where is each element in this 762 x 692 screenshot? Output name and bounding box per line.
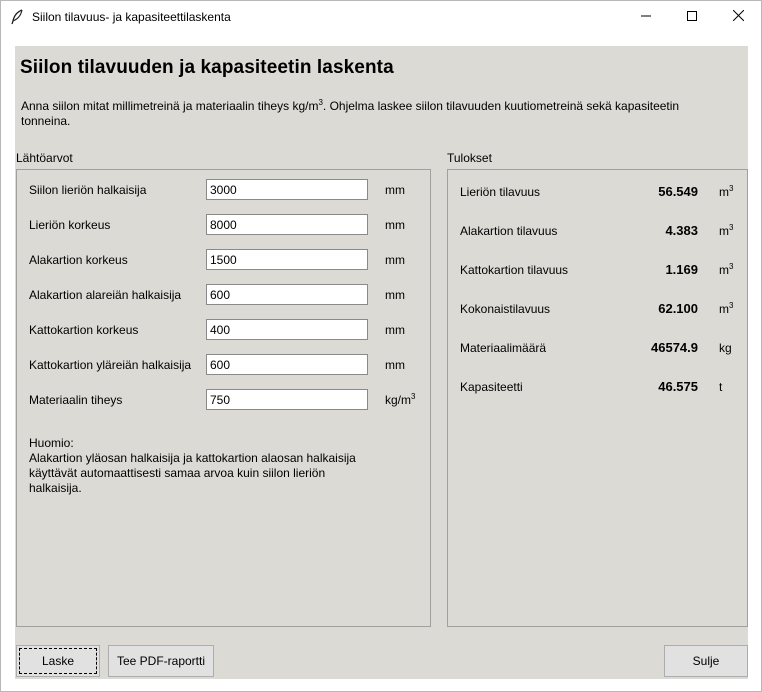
unit-text: m [719,224,729,238]
unit-text: kg/m [385,393,412,407]
material-density-input[interactable] [206,389,368,410]
inputs-group-label: Lähtöarvot [16,151,73,165]
bottom-cone-height-input[interactable] [206,249,368,270]
close-button[interactable] [715,1,761,33]
unit-superscript: 3 [729,301,734,310]
maximize-icon [687,10,697,24]
minimize-icon [641,10,651,24]
field-label: Alakartion korkeus [29,253,128,267]
field-unit: kg/m3 [385,392,416,408]
result-row-roof-cone-volume: Kattokartion tilavuus 1.169 m3 [448,259,747,279]
result-row-capacity: Kapasiteetti 46.575 t [448,376,747,396]
note-text: Huomio: Alakartion yläosan halkaisija ja… [29,436,369,496]
window-title: Siilon tilavuus- ja kapasiteettilaskenta [32,10,231,24]
result-label: Materiaalimäärä [460,341,547,355]
result-row-bottom-cone-volume: Alakartion tilavuus 4.383 m3 [448,220,747,240]
result-label: Lieriön tilavuus [460,185,541,199]
result-row-cylinder-volume: Lieriön tilavuus 56.549 m3 [448,181,747,201]
unit-superscript: 3 [729,223,734,232]
field-unit: mm [385,253,405,267]
unit-text: m [719,185,729,199]
intro-text: Anna siilon mitat millimetreinä ja mater… [21,99,711,129]
unit-superscript: 3 [729,262,734,271]
field-label: Alakartion alareiän halkaisija [29,288,182,302]
result-row-material-amount: Materiaalimäärä 46574.9 kg [448,337,747,357]
results-group: Lieriön tilavuus 56.549 m3 Alakartion ti… [447,169,748,627]
result-unit: m3 [719,262,734,278]
intro-part-1: Anna siilon mitat millimetreinä ja mater… [21,99,319,113]
page-title: Siilon tilavuuden ja kapasiteetin lasken… [20,57,394,78]
unit-superscript: 3 [729,184,734,193]
bottom-hole-diameter-input[interactable] [206,284,368,305]
field-row-material-density: Materiaalin tiheys kg/m3 [17,389,430,411]
feather-icon [10,9,24,25]
field-unit: mm [385,323,405,337]
minimize-button[interactable] [623,1,669,33]
note-line: Alakartion yläosan halkaisija ja kattoka… [29,451,356,465]
field-label: Kattokartion yläreiän halkaisija [29,358,192,372]
close-icon [732,9,744,24]
result-value: 56.549 [658,184,698,199]
result-value: 62.100 [658,301,698,316]
field-unit: mm [385,288,405,302]
result-unit: m3 [719,184,734,200]
unit-text: m [719,302,729,316]
app-window: Siilon tilavuus- ja kapasiteettilaskenta… [0,0,762,692]
roof-cone-height-input[interactable] [206,319,368,340]
field-label: Materiaalin tiheys [29,393,123,407]
field-unit: mm [385,218,405,232]
result-value: 4.383 [665,223,698,238]
result-label: Alakartion tilavuus [460,224,558,238]
result-label: Kapasiteetti [460,380,523,394]
title-bar[interactable]: Siilon tilavuus- ja kapasiteettilaskenta [1,1,761,33]
note-title: Huomio: [29,436,74,450]
field-unit: mm [385,358,405,372]
cylinder-height-input[interactable] [206,214,368,235]
close-app-button[interactable]: Sulje [664,645,748,677]
pdf-report-button[interactable]: Tee PDF-raportti [108,645,214,677]
field-row-roof-cone-height: Kattokartion korkeus mm [17,319,430,341]
results-group-label: Tulokset [447,151,492,165]
unit-superscript: 3 [411,392,416,401]
result-label: Kokonaistilavuus [460,302,551,316]
note-line: halkaisija. [29,481,82,495]
field-row-cylinder-diameter: Siilon lieriön halkaisija mm [17,179,430,201]
unit-text: m [719,263,729,277]
result-unit: t [719,380,723,394]
roof-hole-diameter-input[interactable] [206,354,368,375]
field-label: Siilon lieriön halkaisija [29,183,147,197]
result-unit: m3 [719,301,734,317]
field-row-bottom-hole-diameter: Alakartion alareiän halkaisija mm [17,284,430,306]
result-value: 1.169 [665,262,698,277]
result-unit: m3 [719,223,734,239]
inputs-group: Siilon lieriön halkaisija mm Lieriön kor… [16,169,431,627]
calculate-button[interactable]: Laske [16,645,100,677]
cylinder-diameter-input[interactable] [206,179,368,200]
result-value: 46.575 [658,379,698,394]
field-row-bottom-cone-height: Alakartion korkeus mm [17,249,430,271]
result-label: Kattokartion tilavuus [460,263,569,277]
field-label: Kattokartion korkeus [29,323,139,337]
field-row-cylinder-height: Lieriön korkeus mm [17,214,430,236]
result-unit: kg [719,341,732,355]
field-row-roof-hole-diameter: Kattokartion yläreiän halkaisija mm [17,354,430,376]
maximize-button[interactable] [669,1,715,33]
note-line: käyttävät automaattisesti samaa arvoa ku… [29,466,326,480]
field-label: Lieriön korkeus [29,218,111,232]
field-unit: mm [385,183,405,197]
result-value: 46574.9 [651,340,698,355]
result-row-total-volume: Kokonaistilavuus 62.100 m3 [448,298,747,318]
